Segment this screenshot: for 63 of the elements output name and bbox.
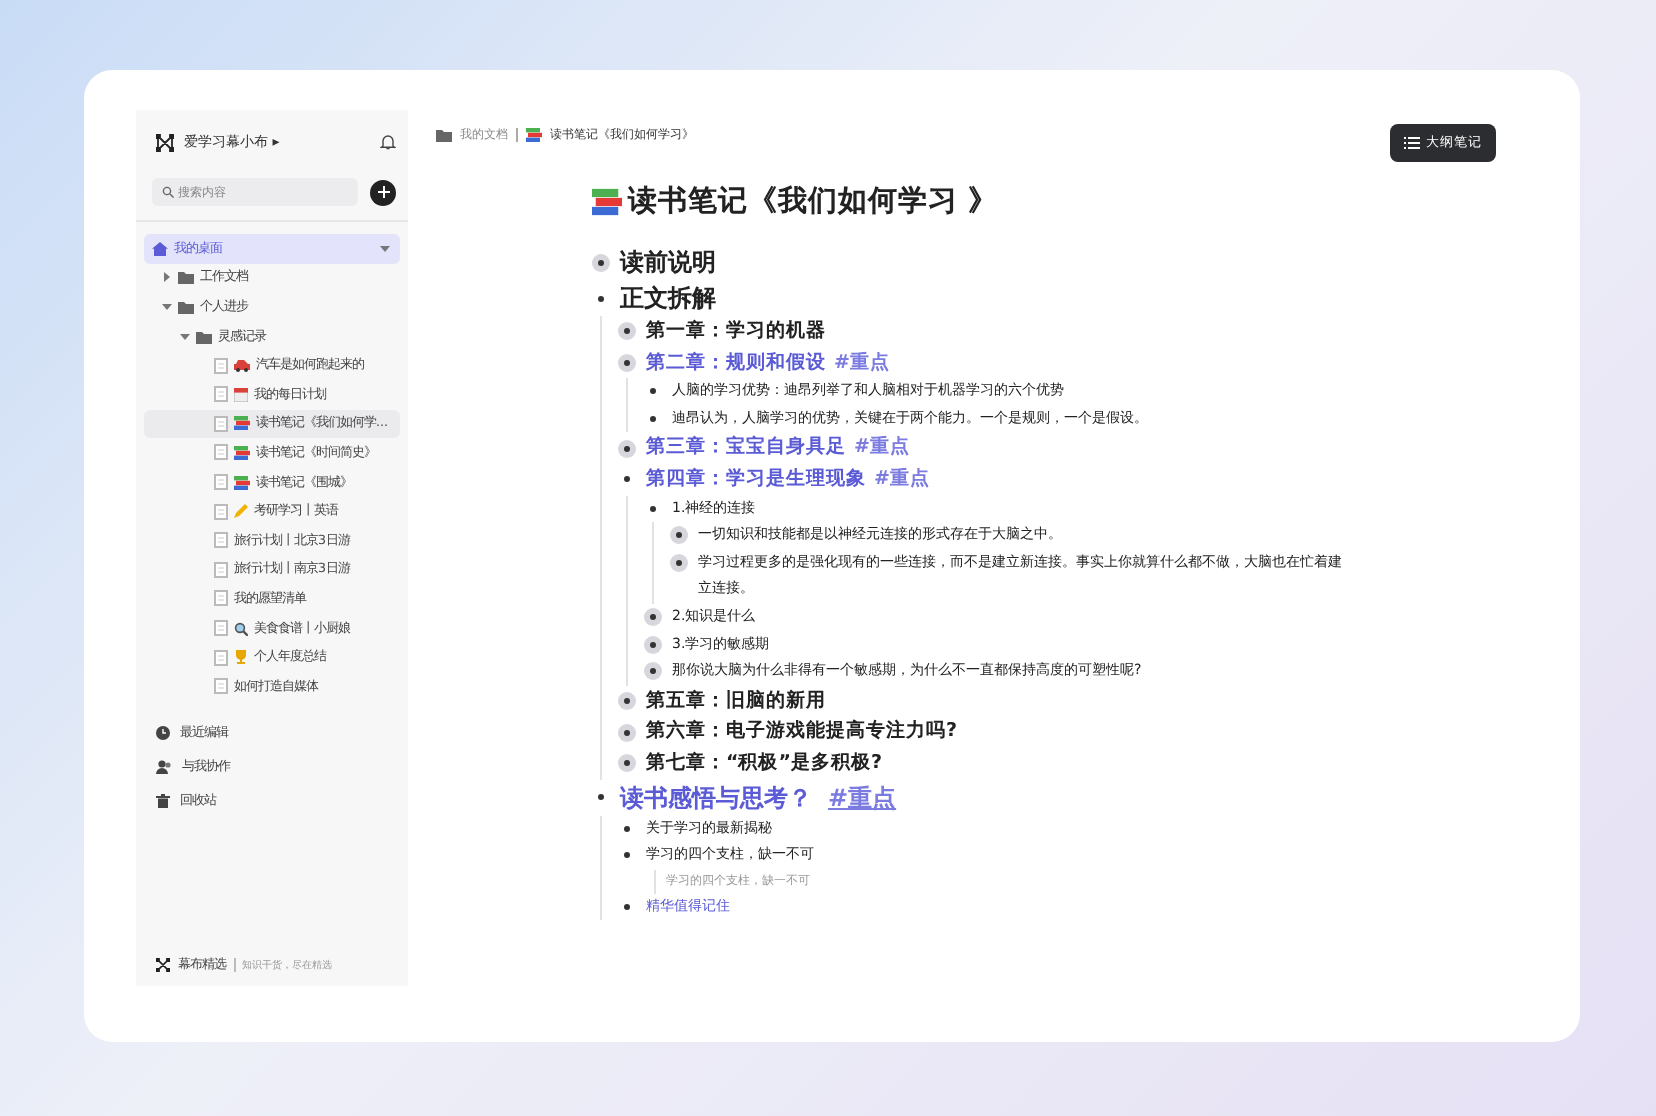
outline-bullet[interactable] [618, 692, 636, 711]
search-icon [162, 186, 174, 198]
pencil-icon [234, 504, 248, 519]
car-icon [234, 359, 250, 372]
outline-text: 第七章：“积极”是多积极? [646, 749, 882, 778]
clock-icon [156, 725, 170, 739]
outline-bullet[interactable] [618, 353, 636, 372]
caret-icon [380, 243, 390, 254]
document-icon [214, 561, 228, 578]
outline-text: 第一章：学习的机器 [646, 317, 826, 346]
trash-icon [156, 793, 170, 807]
document-icon [214, 386, 228, 403]
document-title: 读书笔记《我们如何学习 》 [592, 182, 1496, 220]
books-icon [526, 128, 542, 142]
document-icon [214, 620, 228, 637]
tag-link[interactable]: #重点 [874, 467, 930, 490]
document-icon [214, 415, 228, 432]
document-icon [214, 357, 228, 374]
tag-link[interactable]: #重点 [854, 436, 910, 459]
outline-bullet[interactable] [644, 635, 662, 654]
plus-icon [377, 186, 389, 198]
home-icon [152, 241, 168, 256]
bell-icon[interactable] [380, 134, 396, 150]
caret-icon [162, 272, 172, 283]
outline-bullet[interactable] [592, 253, 610, 271]
people-icon [156, 759, 172, 773]
list-icon [1404, 136, 1420, 150]
outline-text: 第四章：学习是生理现象 #重点 [646, 465, 930, 494]
calendar-icon [234, 387, 248, 402]
books-icon [234, 475, 250, 490]
document-icon [214, 474, 228, 491]
document-icon [214, 678, 228, 695]
outline-bullet[interactable] [644, 662, 662, 681]
outline-bullet[interactable] [670, 554, 688, 573]
magnifier-icon [234, 621, 248, 636]
outline-bullet[interactable] [670, 526, 688, 545]
logo-icon [156, 958, 170, 972]
outline-bullet[interactable] [618, 439, 636, 458]
tag-link[interactable]: #重点 [828, 783, 897, 811]
logo-icon [156, 133, 174, 151]
outline-text: 第六章：电子游戏能提高专注力吗? [646, 717, 958, 747]
outline-text: 正文拆解 [620, 282, 716, 316]
document-icon [214, 503, 228, 520]
tag-link[interactable]: #重点 [834, 351, 890, 374]
trophy-icon [234, 650, 248, 665]
document-icon [214, 532, 228, 549]
caret-icon [180, 331, 190, 342]
document-icon [214, 590, 228, 607]
outline-text: 第三章：宝宝自身具足 #重点 [646, 433, 910, 463]
caret-icon [162, 301, 172, 312]
outline-bullet[interactable] [618, 754, 636, 773]
outline-text: 第二章：规则和假设 #重点 [646, 349, 890, 378]
folder-icon [436, 128, 452, 142]
outline-text: 第五章：旧脑的新用 [646, 687, 826, 716]
outline-bullet[interactable] [618, 723, 636, 742]
document-icon [214, 649, 228, 666]
outline-bullet[interactable] [644, 608, 662, 627]
add-button[interactable] [370, 179, 396, 205]
outline-bullet[interactable] [618, 322, 636, 341]
document-icon [214, 444, 228, 461]
outline-text: 读前说明 [620, 246, 716, 280]
outline-text: 读书感悟与思考？ #重点 [620, 781, 897, 815]
books-icon [592, 187, 622, 215]
